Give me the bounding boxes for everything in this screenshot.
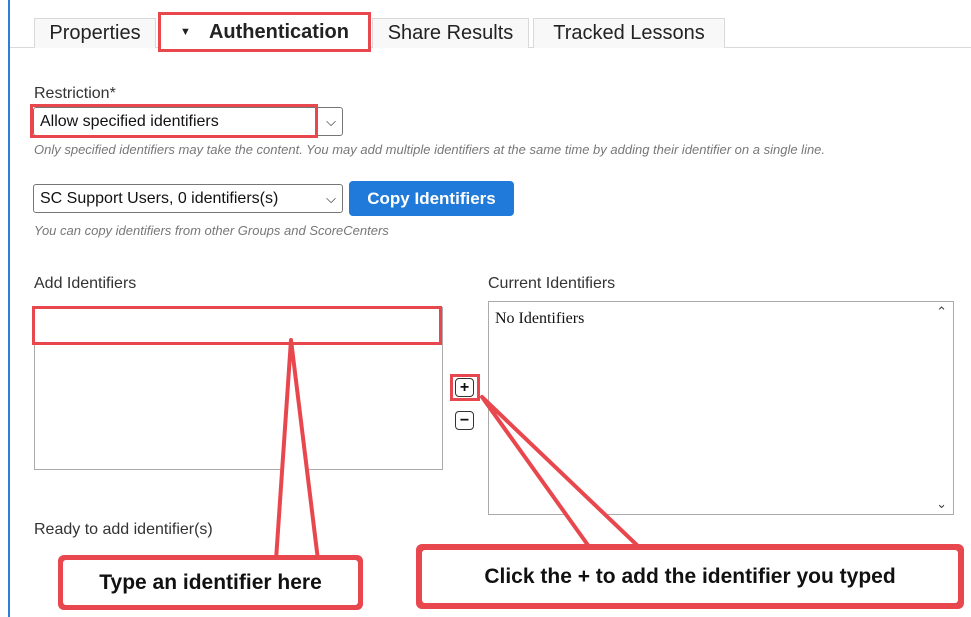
right-callout-text: Click the + to add the identifier you ty… (422, 550, 958, 603)
left-callout-pointer (274, 338, 320, 562)
right-callout: Click the + to add the identifier you ty… (416, 544, 964, 609)
left-callout: Type an identifier here (58, 555, 363, 610)
callout-arrows (274, 338, 642, 562)
right-callout-pointer (480, 395, 642, 550)
left-callout-text: Type an identifier here (63, 560, 358, 605)
